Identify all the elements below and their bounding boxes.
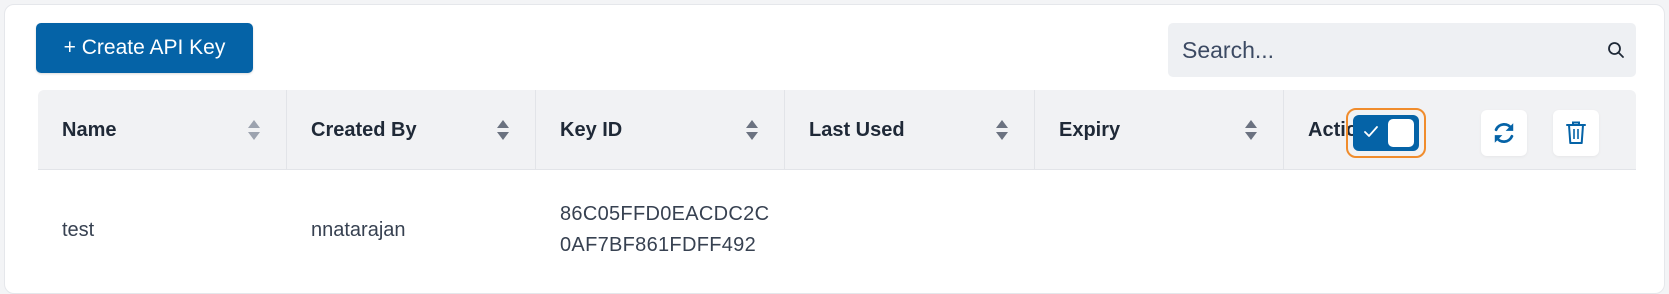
sort-icon[interactable] <box>248 120 260 140</box>
cell-expiry <box>1035 170 1284 290</box>
column-header-label: Last Used <box>809 118 905 141</box>
sort-icon[interactable] <box>996 120 1008 140</box>
search-input[interactable] <box>1168 23 1596 77</box>
sort-icon[interactable] <box>746 120 758 140</box>
cell-created-by: nnatarajan <box>311 218 406 241</box>
key-id-line: 86C05FFD0EACDC2C <box>560 203 770 225</box>
cell-last-used <box>785 170 1035 290</box>
column-header-label: Created By <box>311 118 417 141</box>
column-header-key-id[interactable]: Key ID <box>536 90 785 170</box>
column-header-label: Key ID <box>560 118 623 141</box>
column-header-last-used[interactable]: Last Used <box>785 90 1035 170</box>
search-box <box>1168 23 1636 77</box>
column-header-label: Expiry <box>1059 118 1121 141</box>
table-row: test nnatarajan 86C05FFD0EACDC2C 0AF7BF8… <box>38 170 1636 290</box>
cell-key-id: 86C05FFD0EACDC2C 0AF7BF861FDFF492 <box>536 170 785 290</box>
enable-toggle[interactable] <box>1353 115 1419 151</box>
check-icon <box>1364 126 1378 137</box>
sort-icon[interactable] <box>1245 120 1257 140</box>
enable-toggle-focus-ring <box>1346 108 1426 158</box>
column-header-created-by[interactable]: Created By <box>287 90 536 170</box>
search-icon[interactable] <box>1596 41 1636 59</box>
refresh-key-button[interactable] <box>1481 110 1527 156</box>
cell-name: test <box>62 218 95 241</box>
sort-icon[interactable] <box>497 120 509 140</box>
key-id-line: 0AF7BF861FDFF492 <box>560 234 756 256</box>
column-header-name[interactable]: Name <box>38 90 287 170</box>
create-api-key-button[interactable]: + Create API Key <box>36 23 253 73</box>
refresh-icon <box>1494 122 1514 144</box>
toggle-knob <box>1388 119 1414 147</box>
column-header-label: Name <box>62 118 117 141</box>
delete-key-button[interactable] <box>1553 110 1599 156</box>
trash-icon <box>1566 121 1586 144</box>
column-header-expiry[interactable]: Expiry <box>1035 90 1284 170</box>
